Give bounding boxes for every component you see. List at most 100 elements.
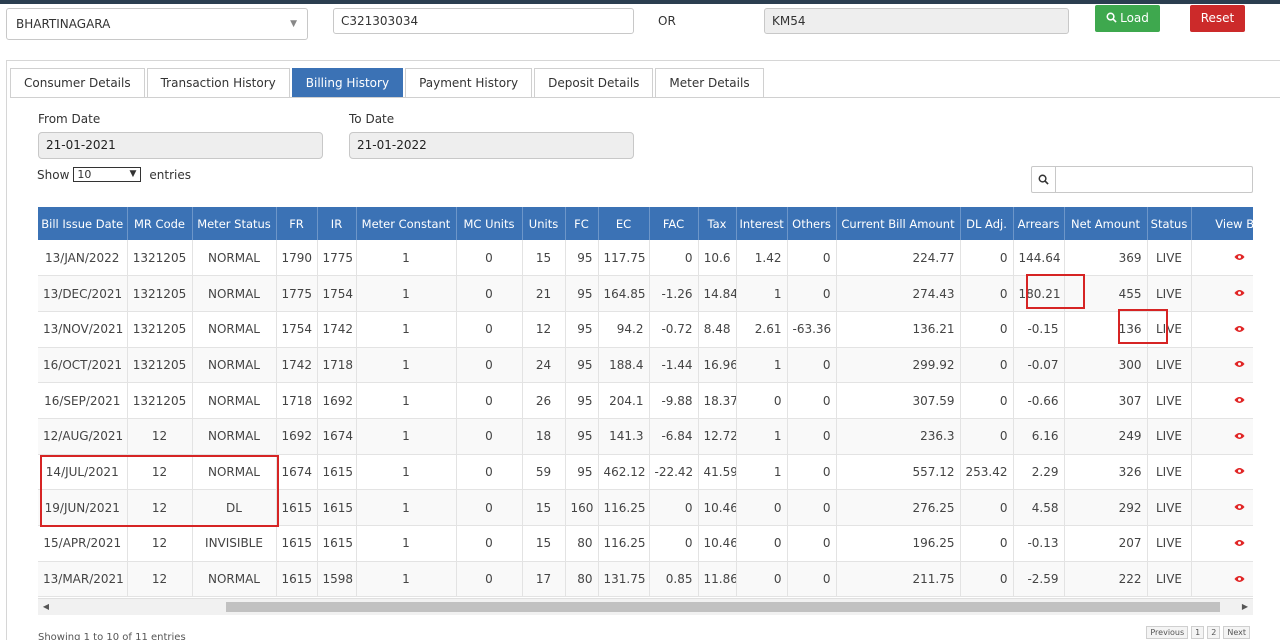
load-button[interactable]: Load xyxy=(1095,5,1160,32)
entries-select[interactable]: 10 ▼ xyxy=(73,167,142,182)
view-bill-cell[interactable] xyxy=(1191,347,1253,384)
tab-deposit-details[interactable]: Deposit Details xyxy=(534,68,654,98)
table-cell: 204.1 xyxy=(598,382,650,419)
table-row: 13/MAR/2021 12 NORMAL 1615 1598 1 0 17 80 131.75 0… xyxy=(38,561,1253,597)
eye-icon[interactable] xyxy=(1234,537,1245,550)
table-cell: 59 xyxy=(522,454,566,491)
column-header[interactable]: Tax xyxy=(698,207,737,240)
column-header[interactable]: MR Code xyxy=(127,207,193,240)
column-header[interactable]: Current Bill Amount xyxy=(836,207,961,240)
table-cell: 1790 xyxy=(276,240,318,277)
table-row: 14/JUL/2021 12 NORMAL 1674 1615 1 0 59 95 462.12-… xyxy=(38,454,1253,491)
view-bill-cell[interactable] xyxy=(1191,240,1253,277)
column-header[interactable]: Meter Status xyxy=(192,207,277,240)
view-bill-cell[interactable] xyxy=(1191,275,1253,312)
view-bill-cell[interactable] xyxy=(1191,561,1253,597)
column-header[interactable]: Interest xyxy=(736,207,788,240)
eye-icon[interactable] xyxy=(1234,251,1245,264)
column-header[interactable]: View Bill xyxy=(1191,207,1253,240)
table-cell: LIVE xyxy=(1147,561,1192,597)
pagination-previous[interactable]: Previous xyxy=(1146,626,1189,639)
pagination-page-2[interactable]: 2 xyxy=(1207,626,1221,639)
eye-icon[interactable] xyxy=(1234,287,1245,300)
column-header[interactable]: Arrears xyxy=(1013,207,1065,240)
eye-icon[interactable] xyxy=(1234,394,1245,407)
table-cell: -0.07 xyxy=(1013,347,1065,384)
table-cell: 13/MAR/2021 xyxy=(38,561,128,597)
table-cell: 4.58 xyxy=(1013,489,1065,526)
scroll-left-icon[interactable]: ◀ xyxy=(40,601,52,613)
table-cell: 0.85 xyxy=(649,561,699,597)
view-bill-cell[interactable] xyxy=(1191,454,1253,491)
eye-icon[interactable] xyxy=(1234,501,1245,514)
reset-button[interactable]: Reset xyxy=(1190,5,1245,32)
column-header[interactable]: FAC xyxy=(649,207,699,240)
pagination-page-1[interactable]: 1 xyxy=(1191,626,1205,639)
search-button[interactable] xyxy=(1032,167,1056,192)
tab-consumer-details[interactable]: Consumer Details xyxy=(10,68,145,98)
table-cell: 80 xyxy=(565,561,599,597)
column-header[interactable]: FR xyxy=(276,207,318,240)
tab-meter-details[interactable]: Meter Details xyxy=(655,68,764,98)
column-header[interactable]: Units xyxy=(522,207,566,240)
tab-payment-history[interactable]: Payment History xyxy=(405,68,533,98)
km-input[interactable]: KM54 xyxy=(764,8,1069,34)
column-header[interactable]: IR xyxy=(317,207,357,240)
table-cell: 1 xyxy=(356,311,457,348)
billing-history-table: Bill Issue Date MR Code Meter Status FR IR Me… xyxy=(38,207,1253,597)
column-header[interactable]: DL Adj. xyxy=(960,207,1014,240)
show-label: Show xyxy=(37,167,70,182)
table-cell: NORMAL xyxy=(192,275,277,312)
view-bill-cell[interactable] xyxy=(1191,525,1253,562)
view-bill-cell[interactable] xyxy=(1191,489,1253,526)
eye-icon[interactable] xyxy=(1234,573,1245,586)
table-cell: 12 xyxy=(127,454,193,491)
search-input[interactable] xyxy=(1058,169,1248,190)
table-cell: 0 xyxy=(736,525,788,562)
eye-icon[interactable] xyxy=(1234,430,1245,443)
table-cell: 249 xyxy=(1064,418,1148,455)
eye-icon[interactable] xyxy=(1234,358,1245,371)
area-select[interactable]: BHARTINAGARA ▼ xyxy=(6,8,308,40)
table-cell: 1.42 xyxy=(736,240,788,277)
view-bill-cell[interactable] xyxy=(1191,311,1253,348)
table-cell: 0 xyxy=(736,561,788,597)
table-cell: 1615 xyxy=(276,489,318,526)
horizontal-scrollbar[interactable]: ◀ ▶ xyxy=(38,598,1253,615)
scrollbar-thumb[interactable] xyxy=(226,602,1220,612)
table-cell: 12.72 xyxy=(698,418,737,455)
tabs-divider xyxy=(10,97,1280,98)
column-header[interactable]: MC Units xyxy=(456,207,523,240)
from-date-field[interactable]: 21-01-2021 xyxy=(38,132,323,159)
table-cell: 94.2 xyxy=(598,311,650,348)
view-bill-cell[interactable] xyxy=(1191,382,1253,419)
column-header[interactable]: Net Amount xyxy=(1064,207,1148,240)
view-bill-cell[interactable] xyxy=(1191,418,1253,455)
table-cell: LIVE xyxy=(1147,418,1192,455)
table-cell: 326 xyxy=(1064,454,1148,491)
tab-billing-history[interactable]: Billing History xyxy=(291,68,404,98)
column-header[interactable]: Others xyxy=(787,207,837,240)
table-cell: NORMAL xyxy=(192,311,277,348)
eye-icon[interactable] xyxy=(1234,465,1245,478)
table-cell: 299.92 xyxy=(836,347,961,384)
column-header[interactable]: Status xyxy=(1147,207,1192,240)
table-cell: 0 xyxy=(456,275,523,312)
table-cell: 307.59 xyxy=(836,382,961,419)
column-header[interactable]: EC xyxy=(598,207,650,240)
table-cell: 117.75 xyxy=(598,240,650,277)
eye-icon[interactable] xyxy=(1234,323,1245,336)
column-header[interactable]: Bill Issue Date xyxy=(38,207,128,240)
scroll-right-icon[interactable]: ▶ xyxy=(1239,601,1251,613)
table-cell: 300 xyxy=(1064,347,1148,384)
to-date-field[interactable]: 21-01-2022 xyxy=(349,132,634,159)
consumer-number-input[interactable]: C321303034 xyxy=(333,8,634,34)
table-cell: 1 xyxy=(736,347,788,384)
column-header[interactable]: Meter Constant xyxy=(356,207,457,240)
pagination-next[interactable]: Next xyxy=(1223,626,1250,639)
column-header[interactable]: FC xyxy=(565,207,599,240)
table-cell: 369 xyxy=(1064,240,1148,277)
table-cell: 1692 xyxy=(276,418,318,455)
tab-transaction-history[interactable]: Transaction History xyxy=(146,68,290,98)
table-cell: 0 xyxy=(456,454,523,491)
